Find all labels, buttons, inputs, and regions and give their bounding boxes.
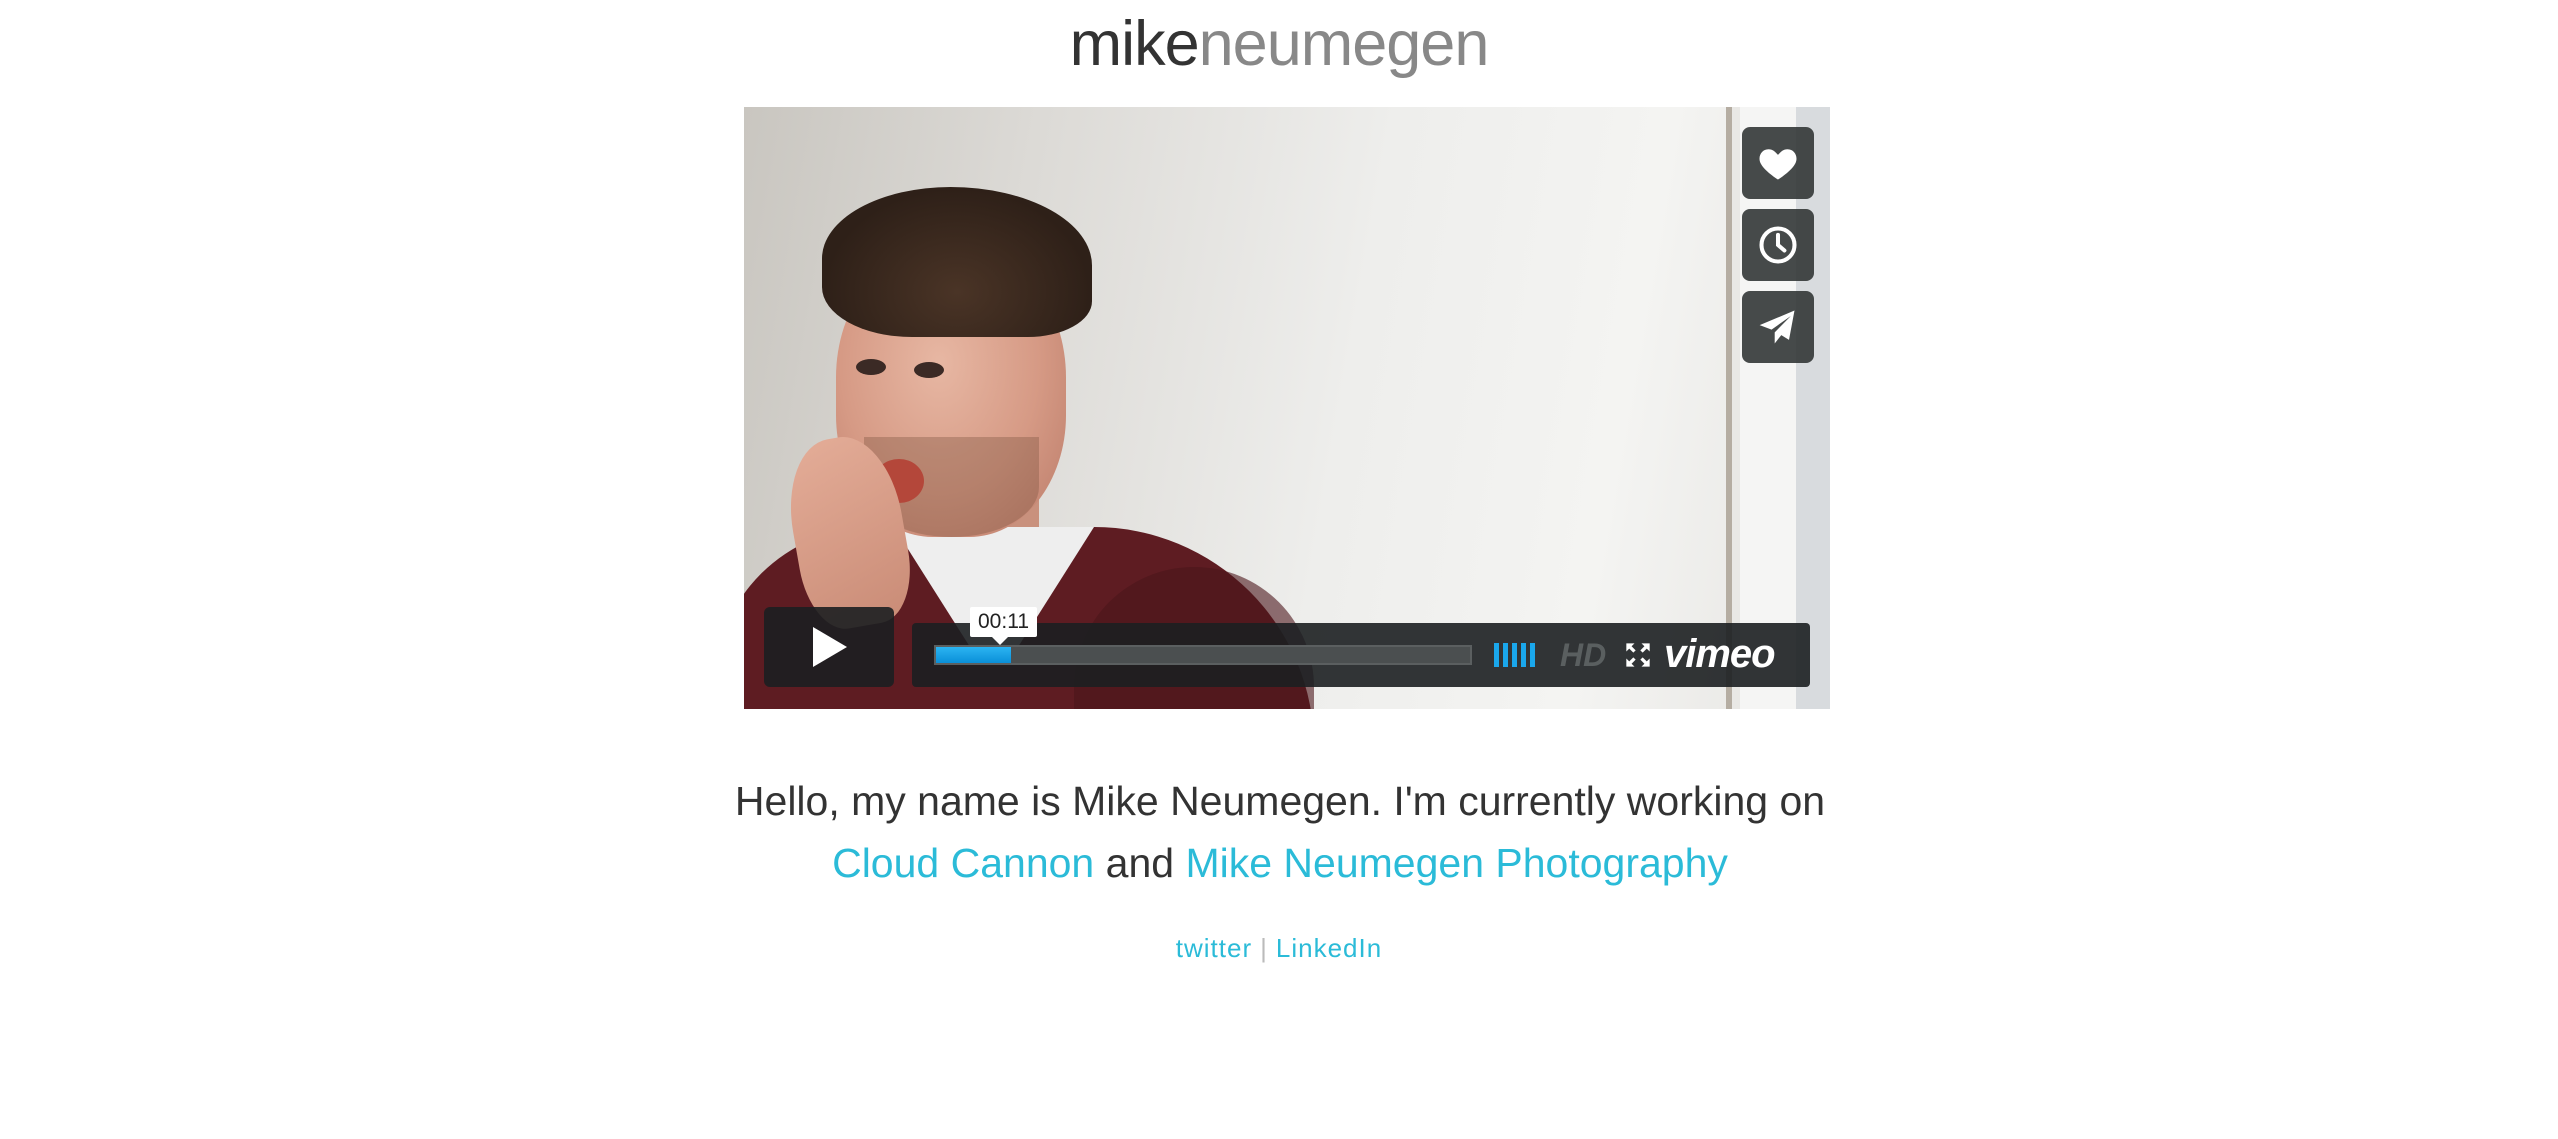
share-button[interactable] xyxy=(1742,291,1814,363)
intro-text: Hello, my name is Mike Neumegen. I'm cur… xyxy=(700,770,1860,894)
intro-connector: and xyxy=(1105,840,1175,886)
volume-bar xyxy=(1494,643,1499,667)
volume-bar xyxy=(1530,643,1535,667)
intro-sentence: Hello, my name is Mike Neumegen. I'm cur… xyxy=(734,778,1826,824)
paper-plane-icon xyxy=(1759,310,1795,344)
cloud-cannon-link[interactable]: Cloud Cannon xyxy=(832,840,1094,886)
site-title-first: mike xyxy=(1069,9,1200,79)
progress-fill xyxy=(936,647,1011,663)
play-icon xyxy=(813,627,847,667)
video-player[interactable]: HD vimeo 00:11 xyxy=(744,107,1830,709)
site-title-last: neumegen xyxy=(1198,9,1490,79)
photography-link[interactable]: Mike Neumegen Photography xyxy=(1185,840,1727,886)
control-bar: HD vimeo xyxy=(912,623,1810,687)
vimeo-logo[interactable]: vimeo xyxy=(1664,631,1776,677)
time-tooltip: 00:11 xyxy=(970,607,1037,645)
fullscreen-icon[interactable] xyxy=(1624,641,1652,669)
volume-bar xyxy=(1521,643,1526,667)
like-button[interactable] xyxy=(1742,127,1814,199)
play-button[interactable] xyxy=(764,607,894,687)
social-separator: | xyxy=(1260,933,1268,963)
social-links: twitter | LinkedIn xyxy=(0,930,2558,966)
hd-button[interactable]: HD xyxy=(1560,637,1606,673)
twitter-link[interactable]: twitter xyxy=(1176,933,1252,963)
linkedin-link[interactable]: LinkedIn xyxy=(1276,933,1382,963)
volume-bar xyxy=(1503,643,1508,667)
clock-icon xyxy=(1759,226,1797,264)
volume-bar xyxy=(1512,643,1517,667)
watch-later-button[interactable] xyxy=(1742,209,1814,281)
progress-track[interactable] xyxy=(934,645,1472,665)
site-title[interactable]: mikeneumegen xyxy=(0,0,2558,90)
volume-control[interactable] xyxy=(1494,643,1535,667)
heart-icon xyxy=(1759,149,1797,180)
